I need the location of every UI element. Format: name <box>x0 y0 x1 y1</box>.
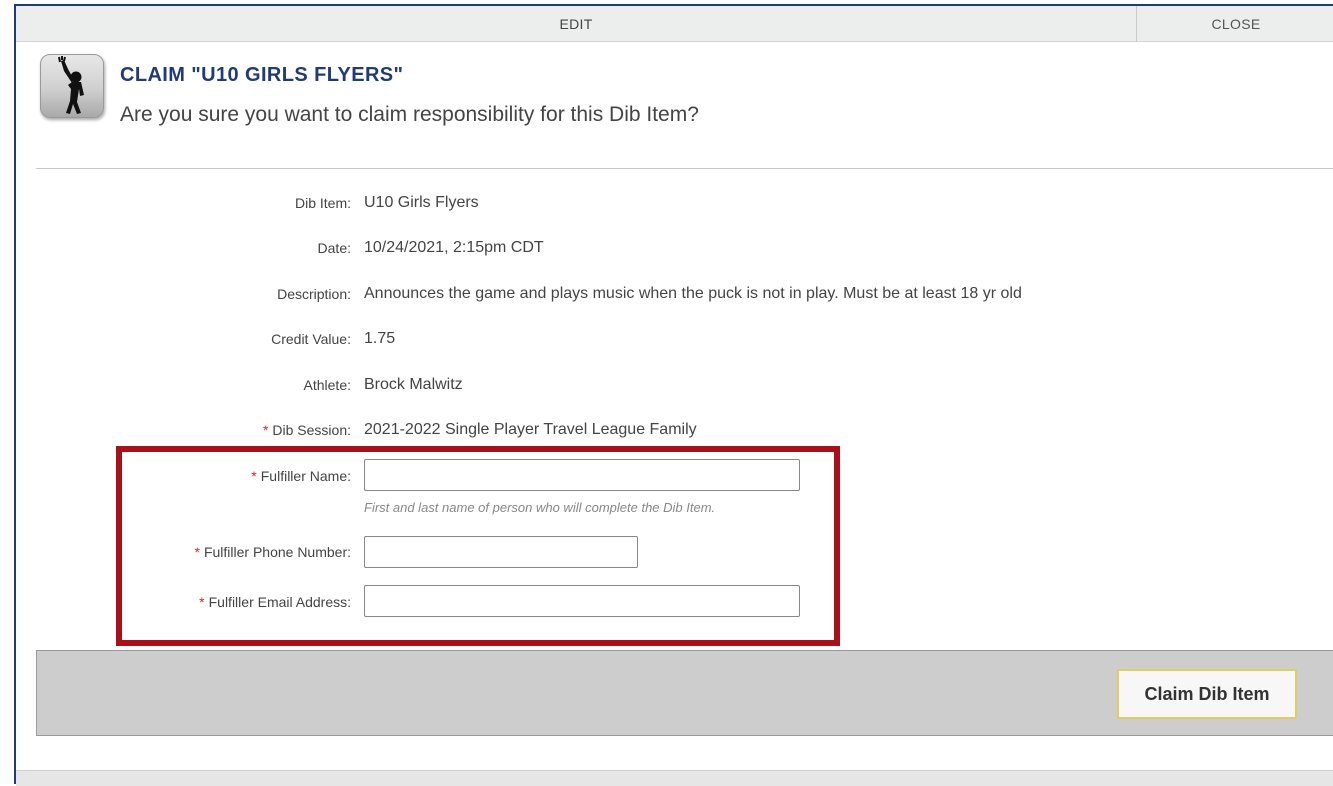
fulfiller-name-input[interactable] <box>364 459 800 491</box>
dib-session-value: 2021-2022 Single Player Travel League Fa… <box>364 421 697 438</box>
date-label: Date: <box>317 240 351 256</box>
dib-session-label: * Dib Session: <box>262 422 351 438</box>
header-divider <box>36 168 1333 169</box>
dib-item-value: U10 Girls Flyers <box>364 194 479 211</box>
credit-value-label: Credit Value: <box>271 331 351 347</box>
detail-row-dib-item: Dib Item: U10 Girls Flyers <box>16 191 1333 215</box>
fulfiller-email-input[interactable] <box>364 585 800 617</box>
waving-person-icon <box>40 54 104 118</box>
detail-row-credit-value: Credit Value: 1.75 <box>16 327 1333 351</box>
dialog-topbar: EDIT CLOSE <box>16 6 1333 42</box>
edit-tab[interactable]: EDIT <box>16 6 1136 42</box>
dialog-footer: Claim Dib Item <box>36 650 1333 736</box>
description-value: Announces the game and plays music when … <box>364 285 1022 302</box>
fulfiller-name-hint: First and last name of person who will c… <box>364 500 716 515</box>
description-label: Description: <box>277 286 351 302</box>
close-button[interactable]: CLOSE <box>1136 6 1333 42</box>
dib-item-label: Dib Item: <box>294 195 351 211</box>
athlete-label: Athlete: <box>303 377 351 393</box>
detail-row-description: Description: Announces the game and play… <box>16 282 1333 306</box>
claim-dialog: EDIT CLOSE CLAIM "U10 GIRLS FLYERS" Are … <box>14 4 1333 786</box>
detail-row-athlete: Athlete: Brock Malwitz <box>16 373 1333 397</box>
athlete-value: Brock Malwitz <box>364 376 463 393</box>
dialog-subtitle: Are you sure you want to claim responsib… <box>120 103 699 126</box>
date-value: 10/24/2021, 2:15pm CDT <box>364 239 544 256</box>
claim-dib-item-button[interactable]: Claim Dib Item <box>1117 669 1297 719</box>
dialog-title: CLAIM "U10 GIRLS FLYERS" <box>120 64 404 86</box>
credit-value-value: 1.75 <box>364 330 396 347</box>
required-marker: * <box>251 468 257 484</box>
fulfiller-name-label: * Fulfiller Name: <box>251 468 351 484</box>
required-marker: * <box>194 544 200 560</box>
detail-row-dib-session: * Dib Session: 2021-2022 Single Player Tr… <box>16 418 1333 442</box>
fulfiller-phone-input[interactable] <box>364 536 638 568</box>
fulfiller-phone-label: * Fulfiller Phone Number: <box>194 544 351 560</box>
required-marker: * <box>262 422 269 438</box>
fulfiller-email-label: * Fulfiller Email Address: <box>199 594 351 610</box>
required-marker: * <box>199 594 205 610</box>
detail-row-date: Date: 10/24/2021, 2:15pm CDT <box>16 236 1333 260</box>
fulfiller-phone-row: * Fulfiller Phone Number: <box>16 540 1333 564</box>
